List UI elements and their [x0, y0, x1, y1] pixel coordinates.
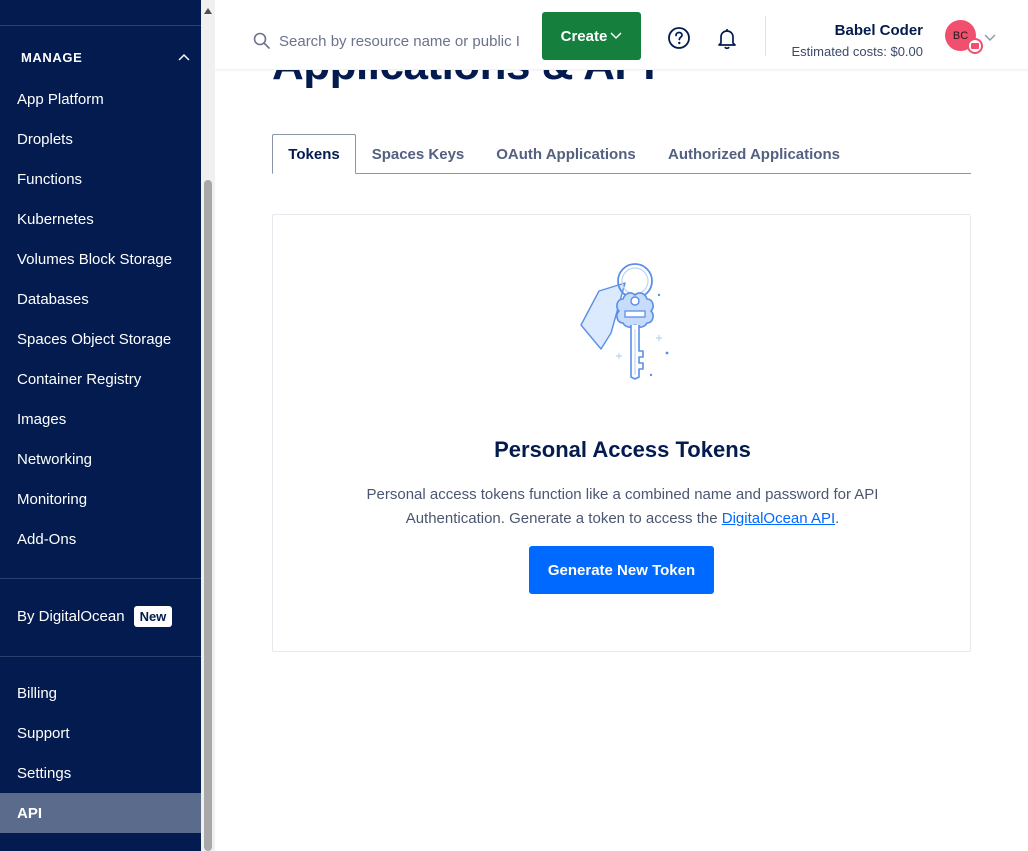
search-input[interactable]: [279, 28, 519, 54]
sidebar-item-api[interactable]: API: [0, 793, 201, 833]
sidebar-divider: [0, 656, 201, 657]
card-title: Personal Access Tokens: [494, 437, 751, 462]
tabs: Tokens Spaces Keys OAuth Applications Au…: [272, 134, 971, 174]
create-button-label: Create: [560, 27, 608, 45]
chevron-up-icon: [177, 50, 191, 64]
scrollbar-thumb[interactable]: [204, 180, 212, 851]
bell-icon[interactable]: [715, 26, 739, 50]
sidebar-item-app-platform[interactable]: App Platform: [0, 79, 201, 119]
card-description-line2: Authentication. Generate a token to acce…: [405, 510, 722, 527]
sidebar-item-by-digitalocean[interactable]: By DigitalOcean New: [0, 596, 201, 636]
scroll-up-arrow-icon[interactable]: [204, 8, 212, 14]
sidebar-divider: [0, 578, 201, 579]
sidebar-item-spaces[interactable]: Spaces Object Storage: [0, 319, 201, 359]
chevron-down-icon[interactable]: [984, 30, 996, 42]
sidebar-section-manage[interactable]: MANAGE: [21, 48, 191, 66]
digitalocean-api-link[interactable]: DigitalOcean API: [722, 510, 835, 527]
tab-authorized-applications[interactable]: Authorized Applications: [652, 134, 856, 174]
sidebar-item-droplets[interactable]: Droplets: [0, 119, 201, 159]
sidebar-item-functions[interactable]: Functions: [0, 159, 201, 199]
topbar-divider: [765, 16, 766, 56]
card-description-suffix: .: [835, 510, 840, 527]
sidebar-item-settings[interactable]: Settings: [0, 753, 201, 793]
team-badge-icon: [967, 38, 983, 54]
sidebar-item-volumes[interactable]: Volumes Block Storage: [0, 239, 201, 279]
personal-access-tokens-card: Personal Access Tokens Personal access t…: [272, 214, 971, 652]
sidebar-item-label: By DigitalOcean: [17, 607, 125, 625]
search-icon: [253, 32, 271, 50]
card-description-line1: Personal access tokens function like a c…: [366, 486, 879, 503]
estimated-costs: Estimated costs: $0.00: [791, 44, 923, 59]
sidebar-item-billing[interactable]: Billing: [0, 673, 201, 713]
sidebar-item-databases[interactable]: Databases: [0, 279, 201, 319]
sidebar-item-kubernetes[interactable]: Kubernetes: [0, 199, 201, 239]
user-name[interactable]: Babel Coder: [835, 22, 923, 39]
generate-new-token-button[interactable]: Generate New Token: [529, 546, 714, 594]
tab-tokens[interactable]: Tokens: [272, 134, 356, 174]
sidebar: MANAGE App Platform Droplets Functions K…: [0, 0, 201, 851]
chevron-down-icon: [610, 32, 622, 40]
sidebar-item-container-registry[interactable]: Container Registry: [0, 359, 201, 399]
tab-spaces-keys[interactable]: Spaces Keys: [356, 134, 480, 174]
sidebar-item-support[interactable]: Support: [0, 713, 201, 753]
sidebar-item-images[interactable]: Images: [0, 399, 201, 439]
create-button[interactable]: Create: [542, 12, 641, 60]
sidebar-divider: [0, 25, 201, 26]
sidebar-item-monitoring[interactable]: Monitoring: [0, 479, 201, 519]
sidebar-item-add-ons[interactable]: Add-Ons: [0, 519, 201, 559]
sidebar-section-title: MANAGE: [21, 49, 83, 65]
key-illustration-icon: [580, 263, 669, 380]
main-content: Applications & API Create Babel Coder Es…: [215, 0, 1028, 851]
topbar: Create Babel Coder Estimated costs: $0.0…: [215, 0, 1028, 70]
sidebar-item-networking[interactable]: Networking: [0, 439, 201, 479]
new-badge: New: [133, 605, 173, 627]
tab-oauth-applications[interactable]: OAuth Applications: [480, 134, 652, 174]
help-icon[interactable]: [667, 26, 691, 50]
card-description: Personal access tokens function like a c…: [333, 483, 912, 531]
